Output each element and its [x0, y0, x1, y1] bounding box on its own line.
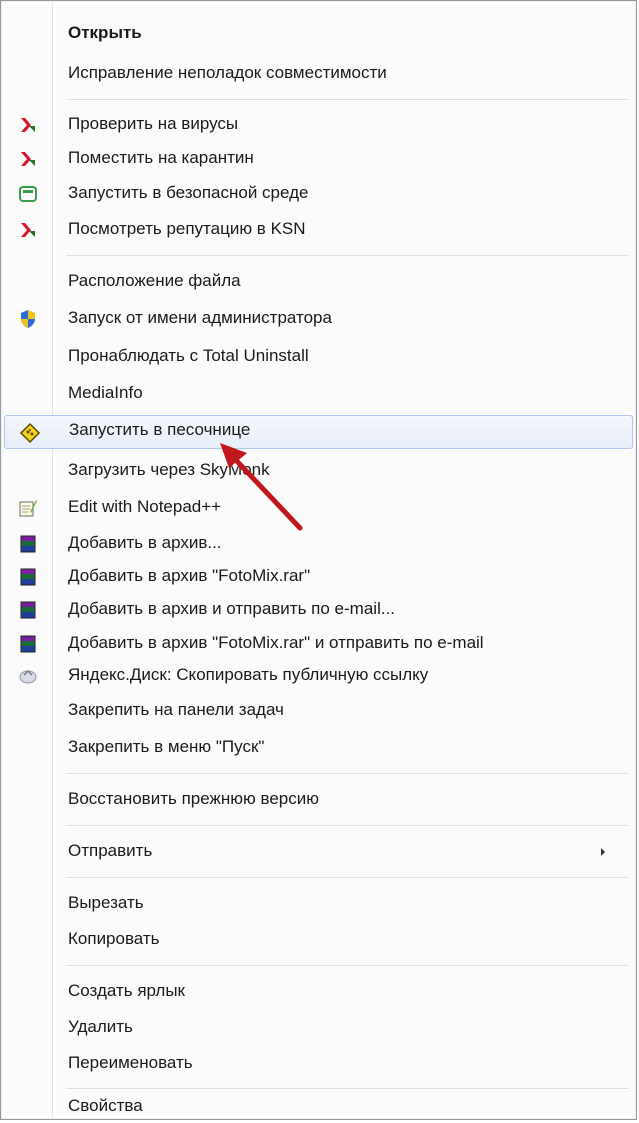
menu-item-quarantine[interactable]: Поместить на карантин	[4, 143, 633, 175]
kaspersky-icon	[18, 149, 38, 169]
menu-item-label: Закрепить на панели задач	[68, 700, 284, 719]
menu-item-run-as-admin[interactable]: Запуск от имени администратора	[4, 303, 633, 335]
menu-item-add-archive[interactable]: Добавить в архив...	[4, 528, 633, 560]
menu-item-label: Проверить на вирусы	[68, 114, 239, 133]
menu-item-label: Запуск от имени администратора	[68, 308, 332, 327]
menu-separator	[66, 825, 629, 827]
menu-item-label: Вырезать	[68, 893, 144, 912]
menu-separator	[66, 99, 629, 101]
menu-item-label: Переименовать	[68, 1053, 193, 1072]
menu-item-label: Создать ярлык	[68, 981, 185, 1000]
menu-item-pin-start[interactable]: Закрепить в меню "Пуск"	[4, 732, 633, 764]
menu-item-label: Открыть	[68, 23, 142, 42]
menu-item-properties[interactable]: Свойства	[4, 1091, 633, 1123]
menu-item-label: Восстановить прежнюю версию	[68, 789, 319, 808]
menu-item-notepadpp[interactable]: Edit with Notepad++	[4, 492, 633, 524]
menu-item-label: Посмотреть репутацию в KSN	[68, 219, 306, 238]
winrar-icon	[18, 567, 38, 587]
menu-separator	[66, 773, 629, 775]
menu-separator	[66, 877, 629, 879]
menu-item-add-archive-email[interactable]: Добавить в архив и отправить по e-mail..…	[4, 594, 633, 626]
yandex-disk-icon	[18, 666, 38, 686]
safe-run-icon	[18, 184, 38, 204]
menu-item-skymonk[interactable]: Загрузить через SkyMonk	[4, 455, 633, 487]
menu-item-label: Добавить в архив и отправить по e-mail..…	[68, 599, 396, 618]
winrar-icon	[18, 534, 38, 554]
menu-item-label: Поместить на карантин	[68, 148, 254, 167]
menu-item-ksn-reputation[interactable]: Посмотреть репутацию в KSN	[4, 214, 633, 246]
winrar-icon	[18, 600, 38, 620]
menu-item-add-archive-fotomix[interactable]: Добавить в архив "FotoMix.rar"	[4, 561, 633, 593]
menu-item-run-in-sandbox[interactable]: Запустить в песочнице	[4, 415, 633, 449]
menu-item-yandex-disk-link[interactable]: Яндекс.Диск: Скопировать публичную ссылк…	[4, 660, 633, 692]
menu-separator	[66, 965, 629, 967]
menu-item-cut[interactable]: Вырезать	[4, 888, 633, 920]
menu-item-label: Удалить	[68, 1017, 133, 1036]
menu-item-mediainfo[interactable]: MediaInfo	[4, 378, 633, 410]
menu-item-open[interactable]: Открыть	[4, 18, 633, 50]
menu-item-pin-taskbar[interactable]: Закрепить на панели задач	[4, 695, 633, 727]
menu-item-rename[interactable]: Переименовать	[4, 1048, 633, 1080]
menu-item-label: Пронаблюдать с Total Uninstall	[68, 346, 309, 365]
winrar-icon	[18, 634, 38, 654]
menu-item-restore-previous[interactable]: Восстановить прежнюю версию	[4, 784, 633, 816]
menu-item-label: Добавить в архив "FotoMix.rar"	[68, 566, 311, 585]
menu-item-label: Загрузить через SkyMonk	[68, 460, 270, 479]
menu-item-delete[interactable]: Удалить	[4, 1012, 633, 1044]
menu-item-troubleshoot-compatibility[interactable]: Исправление неполадок совместимости	[4, 58, 633, 90]
context-menu-body: Открыть Исправление неполадок совместимо…	[2, 2, 635, 1118]
sandboxie-icon	[19, 422, 41, 444]
kaspersky-icon	[18, 220, 38, 240]
menu-item-label: Свойства	[68, 1096, 143, 1115]
menu-item-send-to[interactable]: Отправить	[4, 836, 633, 868]
menu-item-label: Закрепить в меню "Пуск"	[68, 737, 265, 756]
menu-separator	[66, 255, 629, 257]
menu-item-label: MediaInfo	[68, 383, 143, 402]
menu-item-label: Отправить	[68, 841, 153, 860]
notepadpp-icon	[18, 498, 38, 518]
menu-item-label: Запустить в песочнице	[69, 420, 251, 439]
kaspersky-icon	[18, 115, 38, 135]
menu-separator	[66, 1088, 629, 1090]
menu-item-safe-run[interactable]: Запустить в безопасной среде	[4, 178, 633, 210]
menu-item-scan-viruses[interactable]: Проверить на вирусы	[4, 109, 633, 141]
menu-item-total-uninstall[interactable]: Пронаблюдать с Total Uninstall	[4, 341, 633, 373]
menu-item-label: Edit with Notepad++	[68, 497, 222, 516]
uac-shield-icon	[18, 309, 38, 329]
menu-item-label: Добавить в архив "FotoMix.rar" и отправи…	[68, 633, 484, 652]
menu-item-copy[interactable]: Копировать	[4, 924, 633, 956]
menu-item-label: Яндекс.Диск: Скопировать публичную ссылк…	[68, 665, 429, 684]
submenu-arrow-icon	[601, 848, 605, 856]
menu-item-file-location[interactable]: Расположение файла	[4, 266, 633, 298]
menu-item-add-archive-fotomix-email[interactable]: Добавить в архив "FotoMix.rar" и отправи…	[4, 628, 633, 660]
menu-item-label: Запустить в безопасной среде	[68, 183, 309, 202]
menu-item-label: Копировать	[68, 929, 160, 948]
context-menu: Открыть Исправление неполадок совместимо…	[0, 0, 637, 1120]
menu-item-label: Расположение файла	[68, 271, 241, 290]
menu-item-create-shortcut[interactable]: Создать ярлык	[4, 976, 633, 1008]
menu-item-label: Добавить в архив...	[68, 533, 222, 552]
menu-item-label: Исправление неполадок совместимости	[68, 63, 387, 82]
